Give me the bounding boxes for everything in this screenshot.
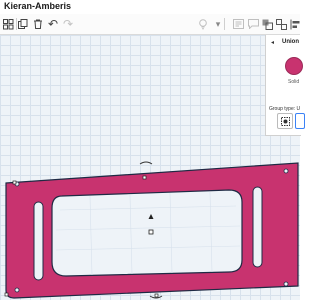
screw-hole	[14, 287, 20, 293]
rotate-handle-icon	[139, 161, 153, 165]
screw-hole	[283, 168, 289, 174]
edge-handle	[154, 293, 159, 298]
center-handle	[148, 229, 154, 235]
color-label: Solid	[288, 79, 300, 85]
edge-handle	[142, 175, 147, 180]
group-type-label: Group type: U	[269, 106, 301, 112]
side-slot	[252, 186, 263, 268]
collapse-arrow-icon[interactable]: ◂	[271, 39, 274, 46]
center-window	[51, 189, 243, 277]
union-shape[interactable]	[0, 0, 300, 300]
screw-hole	[283, 281, 289, 287]
corner-handle	[12, 180, 17, 185]
group-type-solid-button[interactable]	[295, 113, 305, 129]
panel-title: Union	[282, 39, 299, 45]
group-type-color-button[interactable]	[277, 113, 293, 129]
color-swatch[interactable]	[285, 57, 303, 75]
group-color-icon	[280, 116, 290, 126]
edge-handle	[4, 292, 9, 297]
inspector-panel: ◂ Union Solid Group type: U	[265, 35, 305, 136]
side-slot	[33, 201, 44, 281]
